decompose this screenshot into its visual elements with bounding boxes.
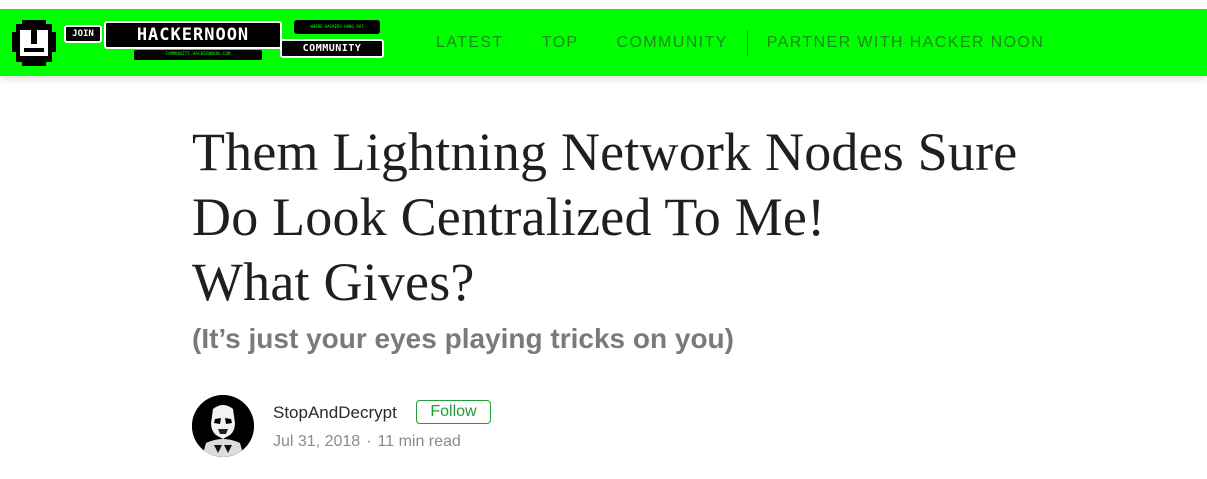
- community-bubble: COMMUNITY: [280, 39, 384, 58]
- article-title-line-3: What Gives?: [192, 252, 475, 312]
- nav-partner[interactable]: PARTNER WITH HACKER NOON: [767, 34, 1044, 52]
- stormtrooper-avatar-icon: [192, 395, 254, 457]
- article-subtitle: (It’s just your eyes playing tricks on y…: [192, 323, 734, 354]
- nav-latest[interactable]: LATEST: [436, 34, 504, 52]
- top-navbar: JOIN HACKERNOON COMMUNITY.HACKERNOON.COM…: [0, 9, 1207, 76]
- article-title-line-2: Do Look Centralized To Me!: [192, 187, 826, 247]
- tagline-bubble: WHERE HACKERS HANG OUT: [294, 20, 380, 34]
- follow-button[interactable]: Follow: [416, 400, 491, 424]
- read-time: 11 min read: [377, 433, 461, 450]
- article-meta: Jul 31, 2018 · 11 min read: [273, 433, 461, 451]
- author-byline: StopAndDecrypt Follow Jul 31, 2018 · 11 mi…: [192, 395, 792, 457]
- hackernoon-head-icon: [12, 20, 56, 66]
- hackernoon-logo[interactable]: JOIN HACKERNOON COMMUNITY.HACKERNOON.COM…: [12, 19, 387, 69]
- publish-date: Jul 31, 2018: [273, 433, 361, 450]
- join-bubble: JOIN: [64, 25, 102, 43]
- article-title-line-1: Them Lightning Network Nodes Sure: [192, 122, 1018, 182]
- brand-wordmark: HACKERNOON: [104, 21, 282, 49]
- nav-divider: [746, 29, 748, 56]
- nav-top[interactable]: TOP: [542, 34, 579, 52]
- main-nav: LATEST TOP COMMUNITY PARTNER WITH HACKER…: [436, 9, 1082, 76]
- author-avatar[interactable]: [192, 395, 254, 457]
- article-title: Them Lightning Network Nodes Sure Do Loo…: [192, 120, 1072, 315]
- meta-separator: ·: [366, 433, 372, 450]
- article-header: Them Lightning Network Nodes Sure Do Loo…: [192, 120, 1072, 357]
- author-name-link[interactable]: StopAndDecrypt: [273, 403, 397, 423]
- community-url-label: COMMUNITY.HACKERNOON.COM: [134, 50, 262, 60]
- nav-community[interactable]: COMMUNITY: [617, 34, 728, 52]
